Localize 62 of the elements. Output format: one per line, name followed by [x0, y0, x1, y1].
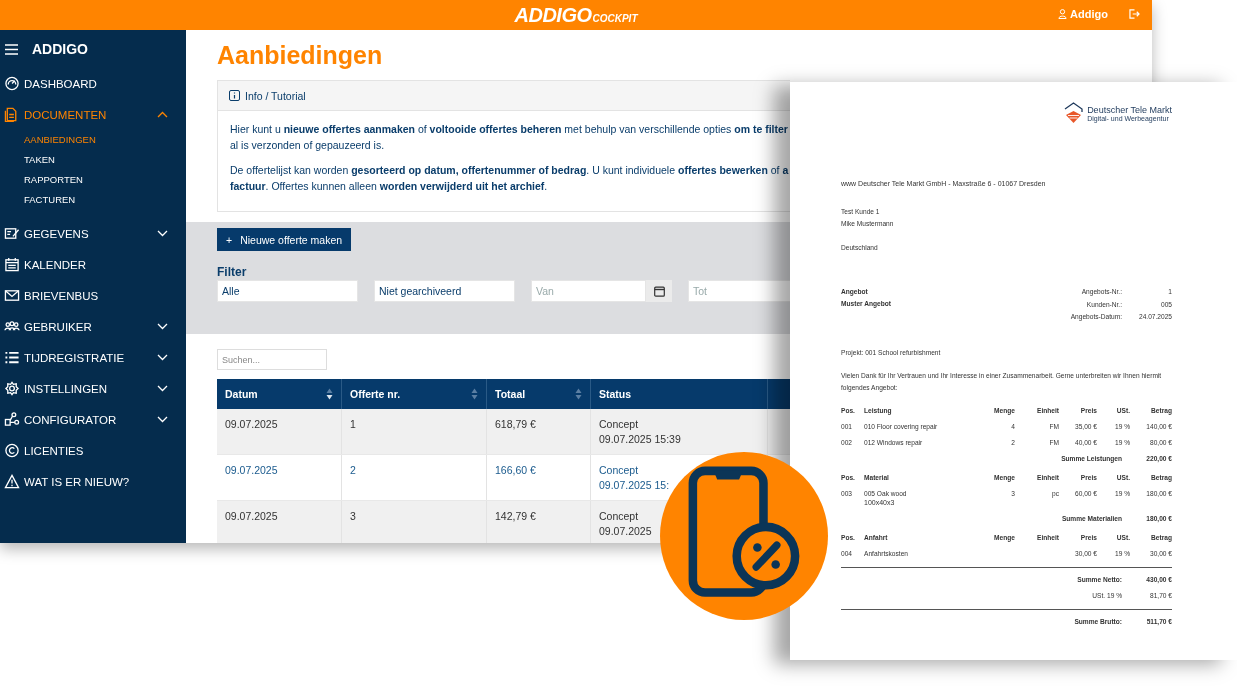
calendar-button[interactable]: [646, 280, 672, 302]
nav-item[interactable]: KALENDER: [0, 249, 186, 280]
new-quote-button[interactable]: + Nieuwe offerte maken: [217, 228, 352, 251]
filter-select[interactable]: Alle: [217, 280, 358, 302]
status-text: Concept: [599, 510, 639, 522]
status-time: 09.07.2025 15:: [599, 479, 670, 491]
envelope-icon: [4, 288, 20, 303]
nav-subitem[interactable]: FACTUREN: [0, 190, 76, 210]
status-time: 09.07.2025 15:39: [599, 433, 681, 445]
table-cell: 618,79 €: [495, 418, 536, 430]
info-icon: [229, 90, 240, 101]
nav-item[interactable]: WAT IS ER NIEUW?: [0, 466, 186, 497]
nav-item[interactable]: CONFIGURATOR: [0, 404, 186, 435]
network-icon: [4, 412, 20, 427]
date-field[interactable]: Van: [531, 280, 646, 302]
calendar-icon: [4, 257, 20, 272]
page-title: Aanbiedingen: [217, 40, 384, 71]
nav-subitem[interactable]: AANBIEDINGEN: [0, 130, 96, 150]
nav-item[interactable]: GEBRUIKER: [0, 311, 186, 342]
info-text-line: Hier kunt u nieuwe offertes aanmaken of voltooide offertes beheren met behulp van verschillende opties om te filter: [230, 122, 788, 137]
table-cell: 166,60 €: [495, 464, 536, 476]
nav-item[interactable]: LICENTIES: [0, 435, 186, 466]
info-text-line: factuur. Offertes kunnen alleen worden verwijderd uit het archief.: [230, 179, 548, 194]
info-text-line: al is verzonden of gepauzeerd is.: [230, 138, 385, 153]
table-cell[interactable]: 09.07.2025: [225, 464, 278, 476]
menu-icon[interactable]: [5, 43, 18, 55]
user-icon: [1058, 9, 1068, 19]
app-logo: ADDIGOCOCKPIT: [514, 3, 638, 27]
table-cell: 2: [350, 464, 356, 476]
table-cell: 1: [350, 418, 356, 430]
gauge-icon: [4, 76, 20, 91]
date-field[interactable]: Tot: [688, 280, 790, 302]
nav-item[interactable]: DOCUMENTEN: [0, 99, 186, 130]
house-logo-icon: [1064, 102, 1084, 124]
status-text: Concept: [599, 418, 639, 430]
status-time: 09.07.2025: [599, 525, 652, 537]
brand-name: ADDIGO: [32, 41, 88, 57]
warning-icon: [4, 474, 20, 489]
company-name: Deutscher Tele Markt: [1087, 104, 1172, 115]
info-text-line: De offertelijst kan worden gesorteerd op datum, offertenummer of bedrag. U kunt individuele offertes bewerken of a: [230, 163, 789, 178]
nav-subitem[interactable]: TAKEN: [0, 150, 55, 170]
table-cell[interactable]: 09.07.2025: [225, 418, 278, 430]
nav-item[interactable]: DASHBOARD: [0, 68, 186, 99]
list-icon: [4, 350, 20, 365]
calendar-icon: [653, 285, 665, 297]
chevron-icon[interactable]: [157, 111, 168, 118]
edit-form-icon: [4, 226, 20, 241]
filter-label: Filter: [217, 265, 248, 280]
nav-subitem[interactable]: RAPPORTEN: [0, 170, 83, 190]
nav-item[interactable]: TIJDREGISTRATIE: [0, 342, 186, 373]
search-field[interactable]: Suchen...: [217, 349, 327, 370]
nav-item[interactable]: GEGEVENS: [0, 218, 186, 249]
status-text: Concept: [599, 464, 639, 476]
nav-item[interactable]: BRIEVENBUS: [0, 280, 186, 311]
table-cell[interactable]: 09.07.2025: [225, 510, 278, 522]
table-cell: 142,79 €: [495, 510, 536, 522]
nav-item[interactable]: INSTELLINGEN: [0, 373, 186, 404]
info-title[interactable]: Info / Tutorial: [245, 89, 306, 102]
filter-select[interactable]: Niet gearchiveerd: [374, 280, 515, 302]
copyright-icon: [4, 443, 20, 458]
table-cell: 3: [350, 510, 356, 522]
settings-icon: [4, 381, 20, 396]
